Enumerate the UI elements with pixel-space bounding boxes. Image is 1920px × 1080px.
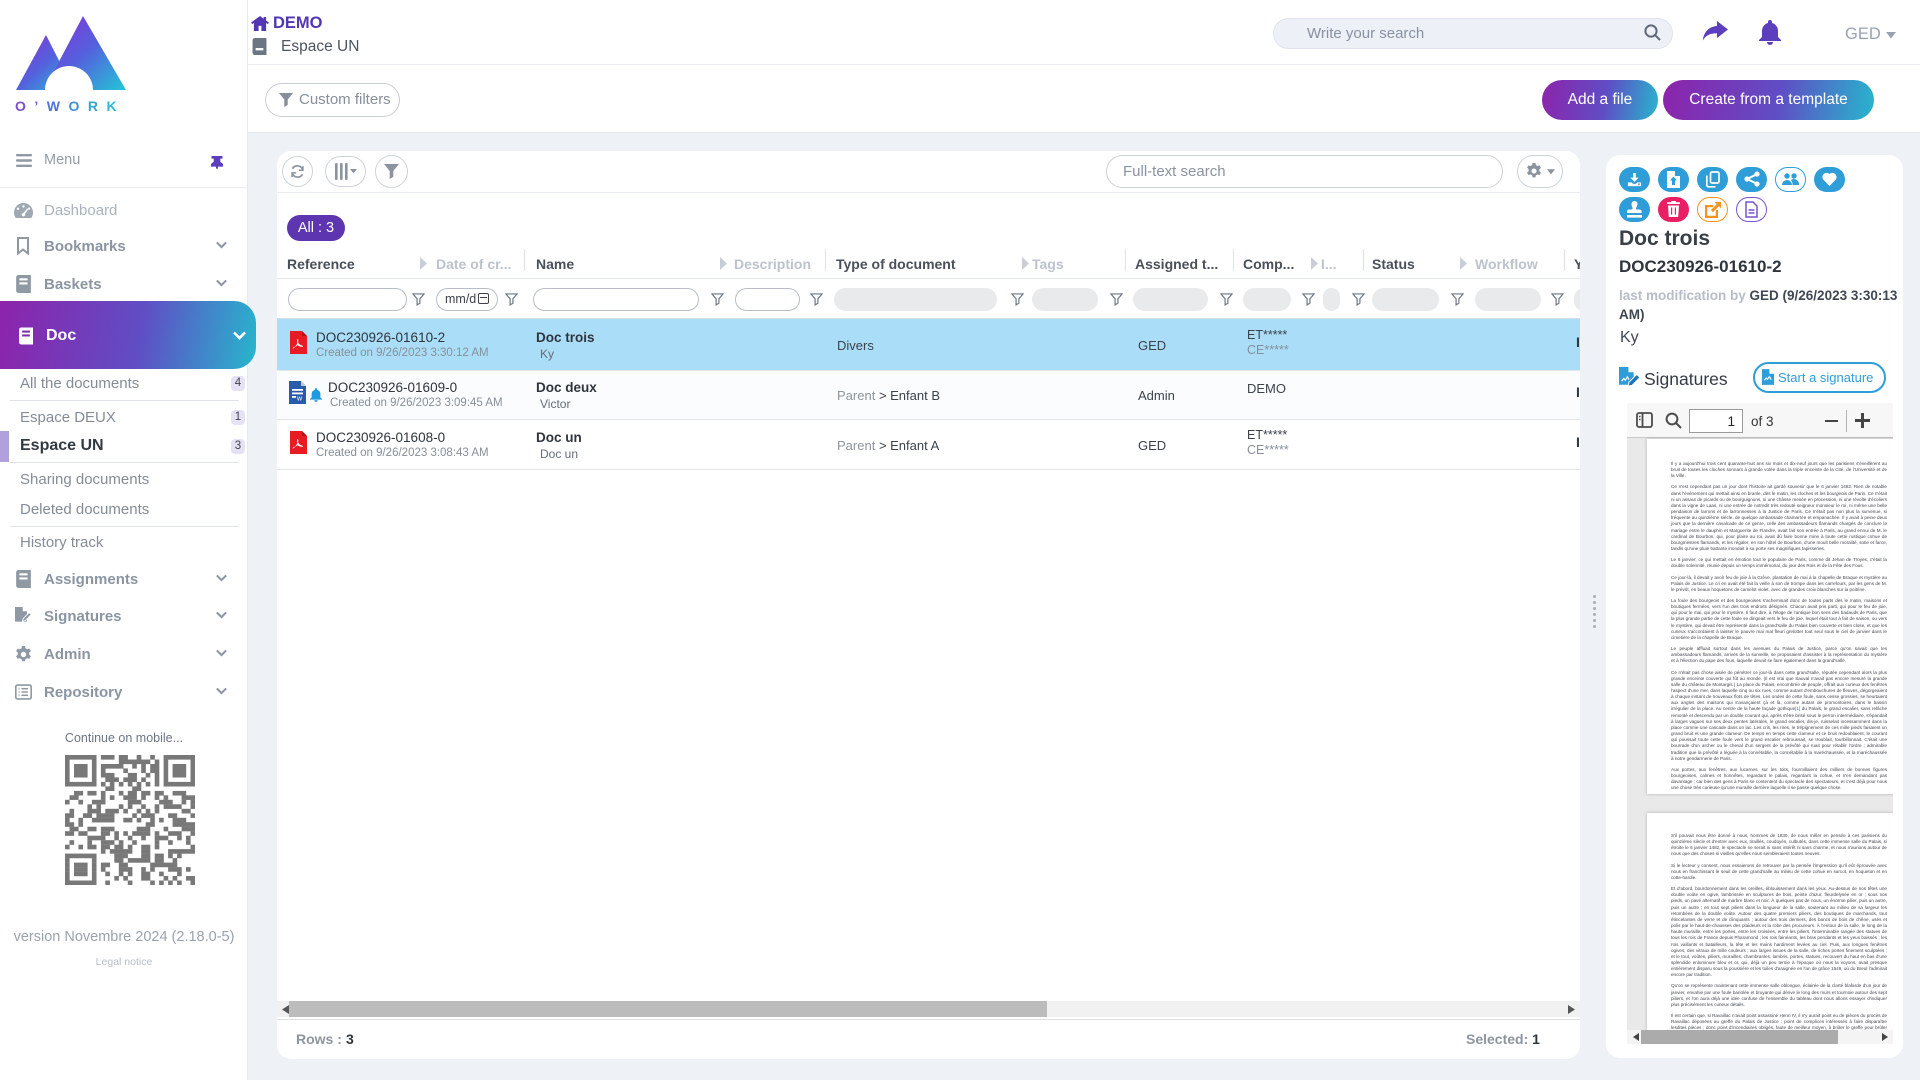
svg-text:w: w [296,396,303,403]
